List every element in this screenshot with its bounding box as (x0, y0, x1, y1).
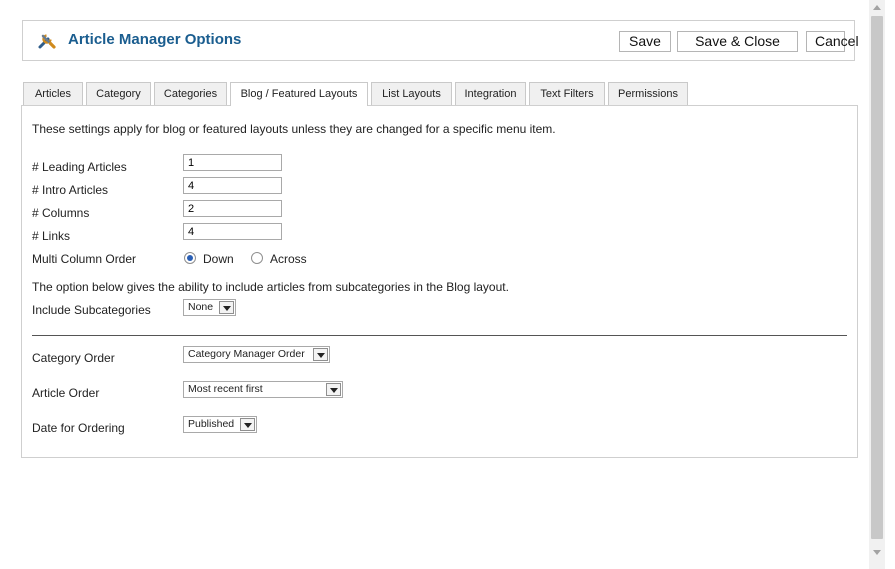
radio-down-label: Down (203, 252, 234, 266)
include-subcategories-select[interactable]: None (183, 299, 236, 316)
date-ordering-select[interactable]: Published (183, 416, 257, 433)
intro-text: These settings apply for blog or feature… (32, 122, 556, 136)
links-label: # Links (32, 229, 71, 243)
date-ordering-label: Date for Ordering (32, 421, 125, 435)
radio-across-label: Across (270, 252, 307, 266)
include-subcategories-value: None (188, 301, 214, 313)
tab-text-filters[interactable]: Text Filters (529, 82, 605, 105)
columns-label: # Columns (32, 206, 90, 220)
article-order-select[interactable]: Most recent first (183, 381, 343, 398)
columns-input[interactable] (183, 200, 282, 217)
tab-category[interactable]: Category (86, 82, 151, 105)
blog-layout-panel: These settings apply for blog or feature… (21, 105, 858, 458)
chevron-down-icon (326, 383, 341, 396)
toolbar-header: Article Manager Options Save Save & Clos… (22, 20, 859, 61)
tab-permissions[interactable]: Permissions (608, 82, 688, 105)
tab-blog-featured-layouts[interactable]: Blog / Featured Layouts (230, 82, 368, 106)
multi-column-order-label: Multi Column Order (32, 252, 137, 266)
tools-icon (38, 34, 56, 49)
tab-articles[interactable]: Articles (23, 82, 83, 105)
category-order-label: Category Order (32, 351, 115, 365)
save-button[interactable]: Save (619, 31, 671, 52)
leading-articles-input[interactable] (183, 154, 282, 171)
subcategories-note: The option below gives the ability to in… (32, 280, 509, 294)
include-subcategories-label: Include Subcategories (32, 303, 151, 317)
date-ordering-value: Published (188, 418, 235, 430)
intro-articles-label: # Intro Articles (32, 183, 109, 197)
scrollbar-thumb[interactable] (871, 16, 883, 539)
tab-categories[interactable]: Categories (154, 82, 227, 105)
scroll-down-arrow-icon[interactable] (873, 550, 881, 555)
section-divider (32, 335, 847, 336)
cancel-button[interactable]: Cancel (806, 31, 859, 52)
category-order-value: Category Manager Order (188, 348, 305, 360)
tab-integration[interactable]: Integration (455, 82, 526, 105)
intro-articles-input[interactable] (183, 177, 282, 194)
chevron-down-icon (219, 301, 234, 314)
radio-down[interactable] (184, 252, 196, 264)
save-close-button[interactable]: Save & Close (677, 31, 798, 52)
scroll-up-arrow-icon[interactable] (873, 5, 881, 10)
chevron-down-icon (313, 348, 328, 361)
radio-across[interactable] (251, 252, 263, 264)
article-order-label: Article Order (32, 386, 100, 400)
leading-articles-label: # Leading Articles (32, 160, 127, 174)
links-input[interactable] (183, 223, 282, 240)
article-order-value: Most recent first (188, 383, 263, 395)
category-order-select[interactable]: Category Manager Order (183, 346, 330, 363)
tab-list-layouts[interactable]: List Layouts (371, 82, 452, 105)
chevron-down-icon (240, 418, 255, 431)
page-title: Article Manager Options (68, 31, 242, 48)
vertical-scrollbar[interactable] (869, 0, 885, 569)
